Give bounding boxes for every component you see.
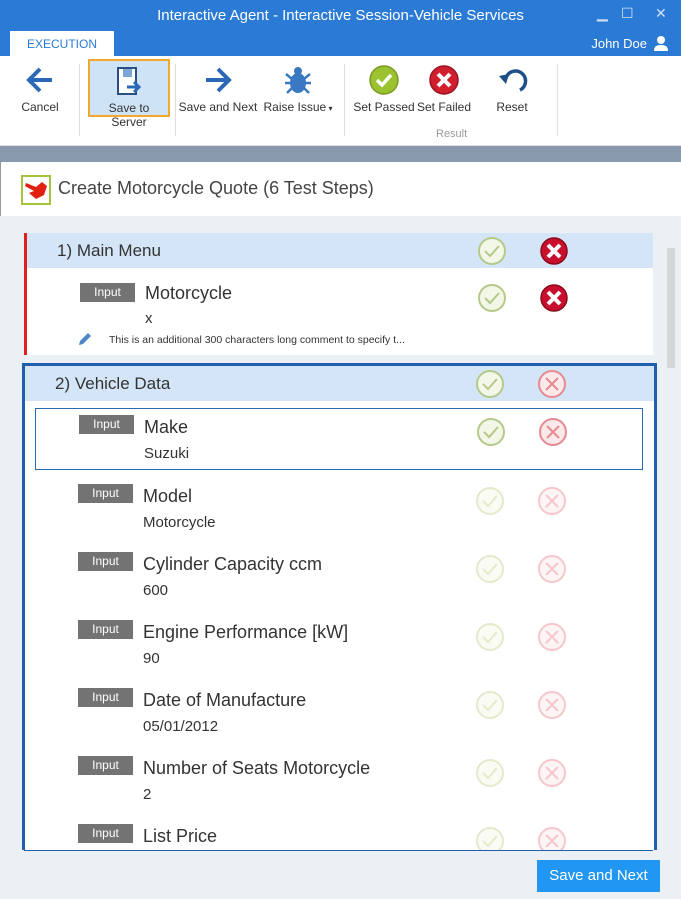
step-name: Model — [143, 486, 193, 506]
step-type-badge: Input — [78, 756, 133, 775]
x-circle-outline-icon[interactable] — [537, 758, 567, 788]
raise-issue-button[interactable]: Raise Issue ▾ — [262, 60, 334, 116]
x-circle-icon[interactable] — [539, 236, 569, 266]
manual-test-hand-icon — [21, 175, 51, 205]
step-name: Date of Manufacture — [143, 690, 307, 710]
test-title: Create Motorcycle Quote (6 Test Steps) — [58, 178, 374, 198]
user-icon — [654, 36, 668, 51]
step-name: Cylinder Capacity ccm — [143, 554, 323, 574]
ribbon-group-result: Result — [436, 128, 468, 140]
user-menu[interactable]: John Doe — [591, 35, 669, 51]
check-circle-outline-icon[interactable] — [475, 622, 505, 652]
save-upload-icon — [117, 67, 142, 95]
step-type-badge: Input — [78, 824, 133, 843]
save-and-next-button[interactable]: Save and Next — [537, 860, 660, 892]
step-value: x — [145, 310, 153, 327]
x-circle-icon[interactable] — [539, 283, 569, 313]
step-row[interactable]: Input Engine Performance [kW] 90 — [25, 614, 654, 676]
check-circle-outline-icon[interactable] — [477, 283, 507, 313]
set-failed-button[interactable]: Set Failed — [415, 60, 473, 116]
undo-icon — [499, 69, 528, 92]
set-passed-button[interactable]: Set Passed — [353, 60, 415, 116]
step-value: 90 — [143, 650, 160, 667]
step-row[interactable]: Input Date of Manufacture 05/01/2012 — [25, 682, 654, 744]
step-value: 05/01/2012 — [143, 718, 219, 735]
arrow-right-icon — [206, 67, 232, 93]
step-value: Motorcycle — [143, 514, 216, 531]
save-to-server-button[interactable]: Save to Server — [88, 59, 170, 129]
step-type-badge: Input — [78, 484, 133, 503]
step-name: List Price — [143, 826, 218, 846]
x-circle-outline-icon[interactable] — [537, 369, 567, 399]
check-circle-outline-icon[interactable] — [475, 486, 505, 516]
x-circle-outline-icon[interactable] — [537, 622, 567, 652]
step-type-badge: Input — [79, 415, 134, 434]
divider — [0, 146, 681, 162]
test-header: Create Motorcycle Quote (6 Test Steps) — [0, 162, 681, 216]
ribbon: Cancel Save to Server Save and Next Rais… — [0, 56, 681, 146]
arrow-left-icon — [26, 67, 52, 93]
step-value: Suzuki — [144, 445, 190, 462]
x-circle-outline-icon[interactable] — [537, 486, 567, 516]
step-row[interactable]: Input Number of Seats Motorcycle 2 — [25, 750, 654, 812]
check-circle-outline-icon[interactable] — [475, 758, 505, 788]
maximize-icon[interactable]: ☐ — [621, 5, 634, 22]
check-circle-outline-icon[interactable] — [475, 554, 505, 584]
tab-execution[interactable]: EXECUTION — [10, 31, 114, 56]
step-type-badge: Input — [78, 552, 133, 571]
step-value: 600 — [143, 582, 169, 599]
save-and-next-button[interactable]: Save and Next — [178, 60, 258, 116]
x-circle-outline-icon[interactable] — [538, 417, 568, 447]
close-icon[interactable]: ✕ — [655, 5, 667, 22]
x-circle-outline-icon[interactable] — [537, 554, 567, 584]
scrollbar-thumb[interactable] — [667, 248, 675, 368]
step-comment: This is an additional 300 characters lon… — [109, 334, 405, 346]
user-name: John Doe — [591, 35, 647, 51]
x-circle-outline-icon[interactable] — [537, 690, 567, 720]
step-row[interactable]: Input Motorcycle x This is an additional… — [27, 273, 653, 353]
window-title: Interactive Agent - Interactive Session-… — [157, 7, 524, 24]
check-circle-outline-icon[interactable] — [477, 236, 507, 266]
step-type-badge: Input — [78, 688, 133, 707]
step-group-vehicle-data: 2) Vehicle Data Input Make Suzuki Input … — [22, 363, 657, 863]
step-value: 2 — [143, 786, 152, 803]
cancel-button[interactable]: Cancel — [14, 60, 66, 116]
reset-button[interactable]: Reset — [486, 60, 538, 116]
check-circle-outline-icon[interactable] — [475, 690, 505, 720]
step-name: Motorcycle — [145, 283, 233, 303]
check-circle-icon — [369, 65, 399, 95]
step-row[interactable]: Input Model Motorcycle — [25, 478, 654, 540]
check-circle-outline-icon[interactable] — [476, 417, 506, 447]
step-row[interactable]: Input Make Suzuki — [35, 408, 643, 470]
step-type-badge: Input — [80, 283, 135, 302]
x-circle-icon — [429, 65, 459, 95]
step-name: Make — [144, 417, 189, 437]
step-name: Number of Seats Motorcycle — [143, 758, 371, 778]
step-name: Engine Performance [kW] — [143, 622, 349, 642]
check-circle-outline-icon[interactable] — [475, 369, 505, 399]
step-type-badge: Input — [78, 620, 133, 639]
minimize-icon[interactable]: ▁ — [597, 5, 608, 22]
step-row[interactable]: Input Cylinder Capacity ccm 600 — [25, 546, 654, 608]
step-group-main-menu: 1) Main Menu Input Motorcycle x This is … — [24, 233, 653, 355]
bug-icon — [285, 67, 311, 94]
pencil-icon[interactable] — [77, 331, 93, 352]
